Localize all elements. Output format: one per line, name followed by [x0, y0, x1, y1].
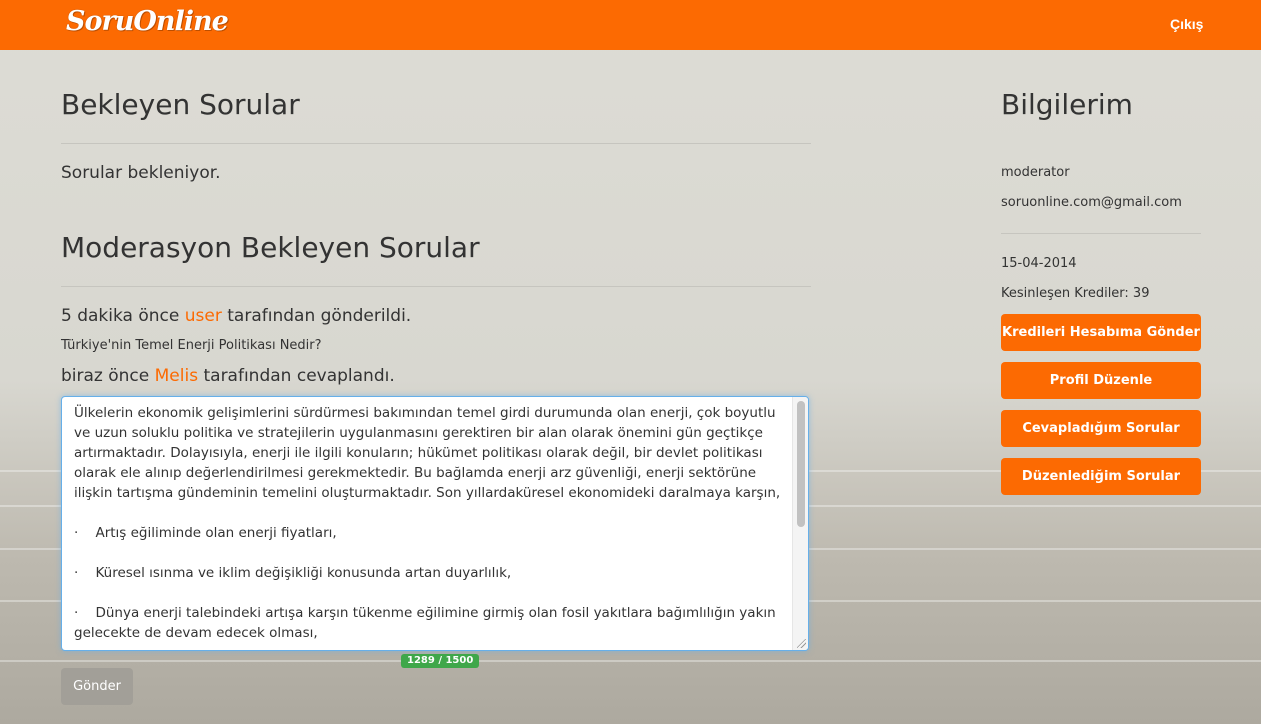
resize-grip-icon[interactable] — [797, 639, 806, 648]
question-meta-prefix: 5 dakika önce — [61, 306, 180, 326]
profile-credits: Kesinleşen Krediler: 39 — [1001, 286, 1150, 301]
answer-meta: biraz önce Melis tarafından cevaplandı. — [61, 366, 395, 386]
send-credits-button[interactable]: Kredileri Hesabıma Gönder — [1001, 314, 1201, 351]
answer-textarea[interactable]: Ülkelerin ekonomik gelişimlerini sürdürm… — [61, 396, 809, 651]
background-wave — [0, 660, 1261, 662]
submit-button[interactable]: Gönder — [61, 668, 133, 705]
char-counter-badge: 1289 / 1500 — [401, 654, 480, 668]
answer-author-link[interactable]: Melis — [155, 366, 198, 386]
scrollbar-thumb[interactable] — [797, 401, 805, 527]
answered-questions-button[interactable]: Cevapladığım Sorular — [1001, 410, 1201, 447]
site-logo[interactable]: SoruOnline — [66, 6, 229, 37]
profile-date: 15-04-2014 — [1001, 256, 1077, 271]
question-author-link[interactable]: user — [185, 306, 222, 326]
question-title: Türkiye'nin Temel Enerji Politikası Nedi… — [61, 338, 322, 353]
edited-questions-button[interactable]: Düzenlediğim Sorular — [1001, 458, 1201, 495]
edit-profile-button[interactable]: Profil Düzenle — [1001, 362, 1201, 399]
profile-username: moderator — [1001, 165, 1070, 180]
pending-empty-text: Sorular bekleniyor. — [61, 163, 221, 183]
top-navbar: SoruOnline Çıkış — [0, 0, 1261, 50]
question-meta-suffix: tarafından gönderildi. — [227, 306, 412, 326]
answer-text[interactable]: Ülkelerin ekonomik gelişimlerini sürdürm… — [74, 403, 782, 643]
question-meta: 5 dakika önce user tarafından gönderildi… — [61, 306, 411, 326]
divider — [61, 286, 811, 287]
answer-meta-suffix: tarafından cevaplandı. — [203, 366, 395, 386]
answer-meta-prefix: biraz önce — [61, 366, 150, 386]
divider — [1001, 233, 1201, 234]
moderation-questions-title: Moderasyon Bekleyen Sorular — [61, 231, 480, 264]
profile-email: soruonline.com@gmail.com — [1001, 195, 1182, 210]
logout-link[interactable]: Çıkış — [1170, 16, 1203, 32]
textarea-scrollbar[interactable] — [792, 397, 808, 650]
pending-questions-title: Bekleyen Sorular — [61, 88, 300, 121]
divider — [61, 143, 811, 144]
profile-info-title: Bilgilerim — [1001, 88, 1133, 121]
